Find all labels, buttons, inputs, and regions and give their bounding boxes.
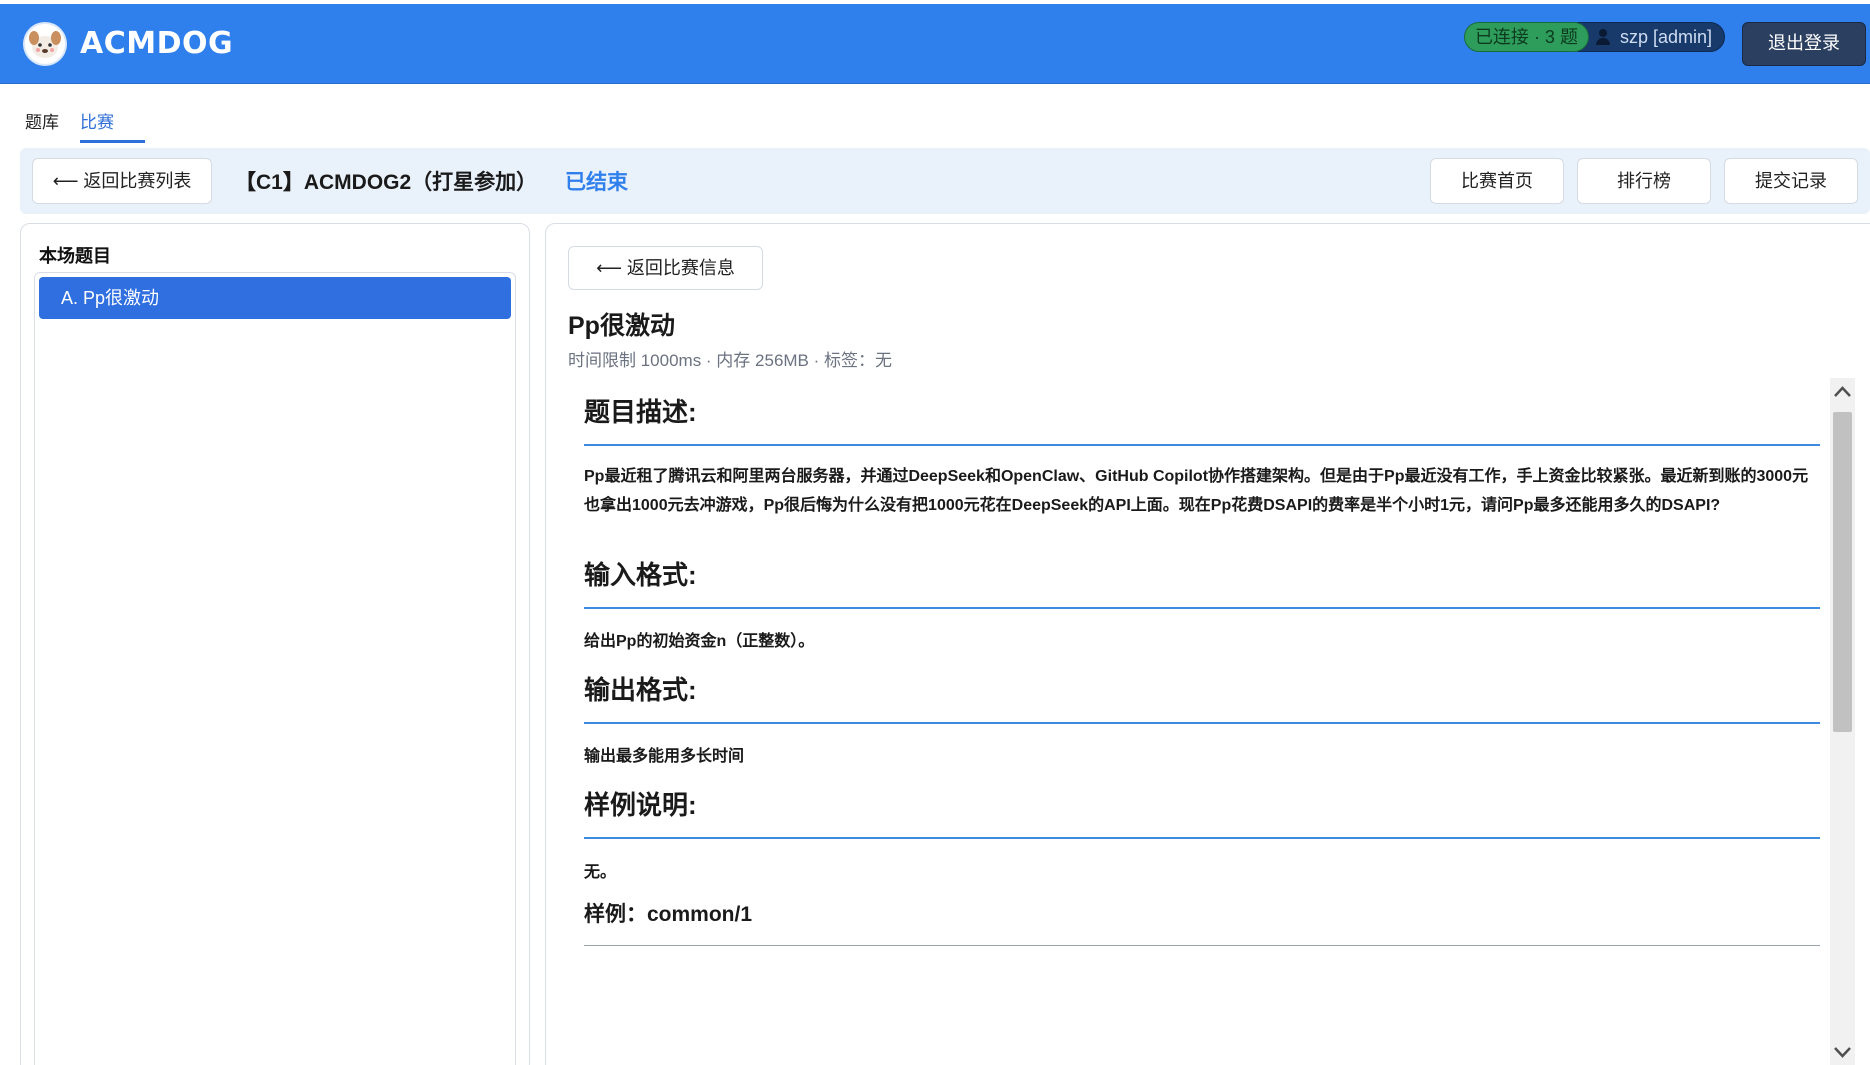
contest-home-button[interactable]: 比赛首页 xyxy=(1430,158,1564,204)
contest-toolbar: ⟵ 返回比赛列表 【C1】ACMDOG2（打星参加） 已结束 比赛首页 排行榜 … xyxy=(20,148,1870,214)
problem-list: A. Pp很激动 xyxy=(34,272,516,1065)
chevron-up-icon[interactable] xyxy=(1833,384,1852,400)
output-heading: 输出格式: xyxy=(584,675,697,705)
scrollbar-thumb[interactable] xyxy=(1833,412,1852,732)
back-to-contest-info-button[interactable]: ⟵ 返回比赛信息 xyxy=(568,246,763,290)
section-divider xyxy=(584,607,1820,609)
section-divider xyxy=(584,837,1820,839)
logout-button[interactable]: 退出登录 xyxy=(1742,22,1866,66)
main-nav: 题库 比赛 xyxy=(0,84,1870,144)
problem-sidebar: 本场题目 A. Pp很激动 xyxy=(20,223,530,1065)
contest-title: 【C1】ACMDOG2（打星参加） xyxy=(235,171,538,194)
problem-meta: 时间限制 1000ms · 内存 256MB · 标签：无 xyxy=(568,351,893,370)
content-scrollbar[interactable] xyxy=(1830,378,1855,1065)
problem-title: Pp很激动 xyxy=(568,312,675,340)
sidebar-title: 本场题目 xyxy=(39,246,111,266)
tab-contest[interactable]: 比赛 xyxy=(80,108,114,133)
session-status: 已连接 · 3 题 szp [admin] xyxy=(1463,22,1725,52)
problem-panel: ⟵ 返回比赛信息 Pp很激动 时间限制 1000ms · 内存 256MB · … xyxy=(545,223,1870,1065)
input-text: 给出Pp的初始资金n（正整数）。 xyxy=(584,633,815,650)
problem-list-item[interactable]: A. Pp很激动 xyxy=(39,277,511,319)
submissions-button[interactable]: 提交记录 xyxy=(1724,158,1858,204)
user-icon xyxy=(1595,29,1610,45)
problem-statement: 题目描述: Pp最近租了腾讯云和阿里两台服务器，并通过DeepSeek和Open… xyxy=(584,392,1820,1065)
user-name: szp [admin] xyxy=(1619,27,1712,47)
chevron-down-icon[interactable] xyxy=(1833,1044,1852,1060)
tab-problemset[interactable]: 题库 xyxy=(25,108,59,133)
brand-name[interactable]: ACMDOG xyxy=(80,26,233,61)
contest-status-badge: 已结束 xyxy=(565,171,628,194)
section-divider xyxy=(584,945,1820,946)
back-to-contest-list-button[interactable]: ⟵ 返回比赛列表 xyxy=(32,158,212,204)
description-text: Pp最近租了腾讯云和阿里两台服务器，并通过DeepSeek和OpenClaw、G… xyxy=(584,468,1809,514)
sample-heading: 样例：common/1 xyxy=(584,903,753,926)
connection-badge: 已连接 · 3 题 xyxy=(1463,22,1589,52)
sample-note-heading: 样例说明: xyxy=(584,790,697,820)
user-badge: szp [admin] xyxy=(1576,22,1725,52)
output-text: 输出最多能用多长时间 xyxy=(584,748,745,765)
sample-note-text: 无。 xyxy=(584,864,617,881)
section-divider xyxy=(584,722,1820,724)
ranking-button[interactable]: 排行榜 xyxy=(1577,158,1711,204)
active-tab-indicator xyxy=(80,140,145,143)
top-header: ACMDOG 已连接 · 3 题 szp [admin] 退出登录 xyxy=(0,4,1870,84)
description-heading: 题目描述: xyxy=(584,397,697,427)
section-divider xyxy=(584,444,1820,446)
input-heading: 输入格式: xyxy=(584,560,697,590)
dog-mascot-icon[interactable] xyxy=(25,24,65,64)
